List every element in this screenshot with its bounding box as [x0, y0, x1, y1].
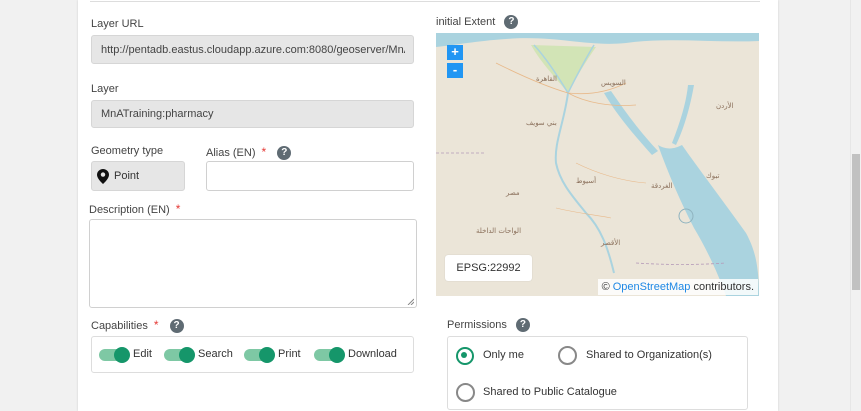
attribution-symbol: ©: [601, 281, 610, 293]
permissions-box: Only me Shared to Organization(s) Shared…: [447, 336, 748, 410]
scrollbar-thumb[interactable]: [852, 154, 860, 290]
capabilities-label: Capabilities * ?: [91, 318, 184, 334]
required-mark: *: [153, 318, 159, 332]
public-catalogue-radio[interactable]: [456, 383, 475, 402]
print-toggle-label: Print: [278, 348, 301, 360]
alias-label-text: Alias (EN): [206, 147, 256, 159]
public-catalogue-label: Shared to Public Catalogue: [483, 386, 617, 398]
capabilities-label-text: Capabilities: [91, 320, 148, 332]
svg-text:أسيوط: أسيوط: [576, 176, 596, 185]
capabilities-box: Edit Search Print Download: [91, 336, 414, 373]
layer-value: MnATraining:pharmacy: [101, 108, 214, 120]
map-pin-icon: [97, 169, 109, 184]
openstreetmap-link[interactable]: OpenStreetMap: [613, 281, 691, 293]
edit-toggle-label: Edit: [133, 348, 152, 360]
organization-radio[interactable]: [558, 346, 577, 365]
initial-extent-label: initial Extent ?: [436, 15, 519, 29]
description-textarea[interactable]: [89, 219, 417, 308]
svg-text:الواحات الداخلة: الواحات الداخلة: [476, 227, 521, 235]
projection-badge: EPSG:22992: [445, 255, 532, 281]
initial-extent-label-text: initial Extent: [436, 15, 496, 28]
layer-label: Layer: [91, 83, 119, 95]
divider: [90, 1, 760, 2]
permissions-label-text: Permissions: [447, 318, 507, 331]
description-label-text: Description (EN): [89, 204, 170, 216]
svg-text:الغردقة: الغردقة: [651, 182, 673, 190]
geometry-type-field: Point: [91, 161, 185, 191]
search-toggle[interactable]: [164, 347, 195, 363]
organization-label: Shared to Organization(s): [586, 349, 712, 361]
alias-label: Alias (EN) * ?: [206, 145, 292, 161]
layer-url-label: Layer URL: [91, 18, 144, 30]
map-attribution: © OpenStreetMap contributors.: [597, 279, 758, 295]
download-toggle-label: Download: [348, 348, 397, 360]
permissions-label: Permissions ?: [447, 318, 530, 332]
svg-text:الأقصر: الأقصر: [600, 238, 620, 247]
edit-toggle[interactable]: [99, 347, 130, 363]
zoom-in-button[interactable]: +: [447, 45, 463, 60]
svg-text:القاهرة: القاهرة: [536, 75, 557, 83]
required-mark: *: [261, 145, 267, 159]
help-icon[interactable]: ?: [169, 319, 184, 334]
only-me-label: Only me: [483, 349, 524, 361]
download-toggle[interactable]: [314, 347, 345, 363]
svg-text:السويس: السويس: [601, 79, 626, 87]
geometry-type-label: Geometry type: [91, 145, 164, 157]
required-mark: *: [175, 202, 181, 216]
zoom-out-button[interactable]: -: [447, 63, 463, 78]
attribution-text: contributors.: [693, 281, 754, 293]
help-icon[interactable]: ?: [277, 146, 292, 161]
help-icon[interactable]: ?: [504, 15, 519, 29]
svg-text:الأردن: الأردن: [716, 101, 734, 110]
layer-url-value: http://pentadb.eastus.cloudapp.azure.com…: [101, 43, 405, 56]
layer-field: MnATraining:pharmacy: [91, 100, 414, 128]
only-me-radio[interactable]: [456, 347, 474, 365]
resize-handle-icon[interactable]: [407, 298, 414, 305]
description-label: Description (EN) *: [89, 202, 180, 216]
geometry-type-value: Point: [114, 170, 140, 182]
svg-text:تبوك: تبوك: [706, 172, 719, 180]
print-toggle[interactable]: [244, 347, 275, 363]
layer-url-field: http://pentadb.eastus.cloudapp.azure.com…: [91, 35, 414, 64]
search-toggle-label: Search: [198, 348, 233, 360]
help-icon[interactable]: ?: [515, 318, 530, 332]
alias-input[interactable]: [206, 161, 414, 191]
svg-text:بني سويف: بني سويف: [526, 119, 557, 127]
svg-text:مصر: مصر: [505, 189, 520, 197]
